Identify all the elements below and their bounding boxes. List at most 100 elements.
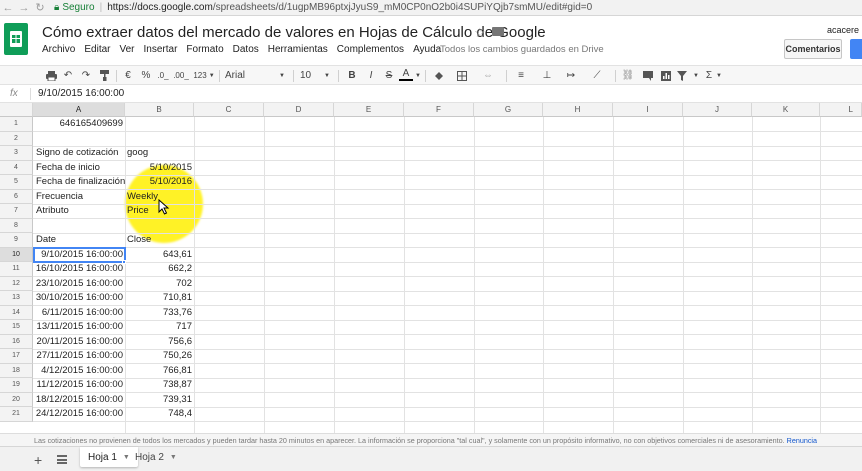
fill-color-icon[interactable] — [431, 68, 445, 83]
row-header-11[interactable]: 11 — [0, 262, 33, 277]
row-header-6[interactable]: 6 — [0, 189, 33, 204]
column-header-j[interactable]: J — [683, 103, 752, 117]
row-header-3[interactable]: 3 — [0, 146, 33, 161]
text-rotation-icon[interactable]: ⟋ — [590, 68, 604, 83]
cell-a5[interactable]: Fecha de finalización — [36, 175, 125, 190]
cell-close[interactable]: 702 — [125, 277, 192, 292]
insert-chart-icon[interactable] — [659, 68, 673, 83]
disclaimer-link[interactable]: Renuncia — [787, 436, 817, 445]
menu-herramientas[interactable]: Herramientas — [268, 44, 328, 55]
row-header-8[interactable]: 8 — [0, 218, 33, 233]
print-icon[interactable] — [44, 68, 58, 83]
cell-close[interactable]: 733,76 — [125, 306, 192, 321]
cell-date[interactable]: 24/12/2015 16:00:00 — [33, 407, 123, 422]
sheets-logo-icon[interactable] — [4, 23, 28, 55]
borders-icon[interactable] — [455, 68, 469, 83]
row-header-10[interactable]: 10 — [0, 247, 33, 262]
share-button[interactable] — [850, 39, 862, 59]
comment-icon[interactable] — [641, 68, 655, 83]
reload-icon[interactable]: ↻ — [32, 0, 48, 16]
column-header-k[interactable]: K — [752, 103, 820, 117]
undo-icon[interactable]: ↶ — [61, 68, 75, 83]
text-color-button[interactable]: A — [399, 68, 413, 81]
chevron-down-icon[interactable]: ▼ — [715, 68, 723, 83]
document-title[interactable]: Cómo extraer datos del mercado de valore… — [42, 24, 546, 41]
cell-b3[interactable]: goog — [127, 146, 148, 161]
cell-b5[interactable]: 5/10/2016 — [125, 175, 192, 190]
column-header-b[interactable]: B — [125, 103, 194, 117]
row-header-4[interactable]: 4 — [0, 160, 33, 175]
column-header-f[interactable]: F — [404, 103, 474, 117]
menu-ayuda[interactable]: Ayuda — [413, 44, 441, 55]
cell-b6[interactable]: Weekly — [127, 190, 158, 205]
row-header-18[interactable]: 18 — [0, 363, 33, 378]
cell-date[interactable]: 23/10/2015 16:00:00 — [33, 277, 123, 292]
menu-datos[interactable]: Datos — [233, 44, 259, 55]
row-header-12[interactable]: 12 — [0, 276, 33, 291]
column-header-c[interactable]: C — [194, 103, 264, 117]
currency-format-button[interactable]: € — [122, 68, 134, 83]
cell-close[interactable]: 748,4 — [125, 407, 192, 422]
row-header-15[interactable]: 15 — [0, 320, 33, 335]
cell-date[interactable]: 30/10/2015 16:00:00 — [33, 291, 123, 306]
column-header-g[interactable]: G — [474, 103, 543, 117]
column-header-e[interactable]: E — [334, 103, 404, 117]
functions-button[interactable]: Σ — [703, 68, 715, 83]
chevron-down-icon[interactable]: ▼ — [170, 454, 177, 461]
row-header-20[interactable]: 20 — [0, 392, 33, 407]
decrease-decimals-button[interactable]: .0_ — [156, 68, 170, 83]
user-name[interactable]: acacere — [827, 25, 859, 35]
vertical-align-icon[interactable]: ⊥ — [540, 68, 554, 83]
cell-date[interactable]: 6/11/2015 16:00:00 — [33, 306, 123, 321]
cell-date[interactable]: 27/11/2015 16:00:00 — [33, 349, 123, 364]
redo-icon[interactable]: ↷ — [79, 68, 93, 83]
increase-decimals-button[interactable]: .00_ — [173, 68, 189, 83]
link-icon[interactable]: ⛓ — [621, 68, 635, 83]
row-header-2[interactable]: 2 — [0, 131, 33, 146]
cell-a3[interactable]: Signo de cotización — [36, 146, 118, 161]
cell-a7[interactable]: Atributo — [36, 204, 69, 219]
cell-date[interactable]: 20/11/2015 16:00:00 — [33, 335, 123, 350]
url-field[interactable]: https://docs.google.com/spreadsheets/d/1… — [107, 2, 592, 13]
menu-complementos[interactable]: Complementos — [337, 44, 404, 55]
cell-date[interactable]: 18/12/2015 16:00:00 — [33, 393, 123, 408]
cell-date[interactable]: 4/12/2015 16:00:00 — [33, 364, 123, 379]
merge-cells-icon[interactable]: ⇔ — [479, 68, 497, 83]
cell-close[interactable]: 643,61 — [125, 248, 192, 263]
cell-b4[interactable]: 5/10/2015 — [125, 161, 192, 176]
row-header-19[interactable]: 19 — [0, 378, 33, 393]
column-header-h[interactable]: H — [543, 103, 613, 117]
cell-a6[interactable]: Frecuencia — [36, 190, 83, 205]
bold-button[interactable]: B — [346, 68, 358, 83]
row-header-7[interactable]: 7 — [0, 204, 33, 219]
chevron-down-icon[interactable]: ▼ — [691, 68, 701, 83]
save-status[interactable]: Todos los cambios guardados en Drive — [440, 44, 604, 55]
font-family-dropdown[interactable]: Arial ▼ — [225, 68, 285, 83]
all-sheets-icon[interactable] — [57, 455, 67, 464]
cell-date[interactable]: 13/11/2015 16:00:00 — [33, 320, 123, 335]
cell-a9[interactable]: Date — [36, 233, 56, 248]
cell-close[interactable]: 717 — [125, 320, 192, 335]
cell-a4[interactable]: Fecha de inicio — [36, 161, 100, 176]
menu-formato[interactable]: Formato — [186, 44, 223, 55]
row-header-16[interactable]: 16 — [0, 334, 33, 349]
cell-close[interactable]: 756,6 — [125, 335, 192, 350]
formula-input[interactable]: 9/10/2015 16:00:00 — [38, 88, 124, 99]
number-format-dropdown[interactable]: 123 ▼ — [192, 68, 216, 83]
text-wrap-icon[interactable]: ↦ — [563, 68, 579, 83]
column-header-l[interactable]: L — [820, 103, 862, 117]
add-sheet-icon[interactable]: + — [34, 452, 42, 468]
row-header-1[interactable]: 1 — [0, 117, 33, 132]
percent-format-button[interactable]: % — [140, 68, 152, 83]
cell-b9[interactable]: Close — [127, 233, 151, 248]
spreadsheet-grid[interactable]: A B C D E F G H I J K L 1 2 3 4 5 6 7 8 … — [0, 103, 862, 433]
cell-a1[interactable]: 646165409699 — [33, 117, 123, 132]
cell-close[interactable]: 750,26 — [125, 349, 192, 364]
cell-date[interactable]: 16/10/2015 16:00:00 — [33, 262, 123, 277]
cell-date[interactable]: 11/12/2015 16:00:00 — [33, 378, 123, 393]
cell-date[interactable]: 9/10/2015 16:00:00 — [33, 248, 123, 263]
cell-close[interactable]: 710,81 — [125, 291, 192, 306]
star-icon[interactable]: ☆ — [474, 25, 486, 41]
row-header-13[interactable]: 13 — [0, 291, 33, 306]
folder-icon[interactable] — [492, 27, 504, 36]
